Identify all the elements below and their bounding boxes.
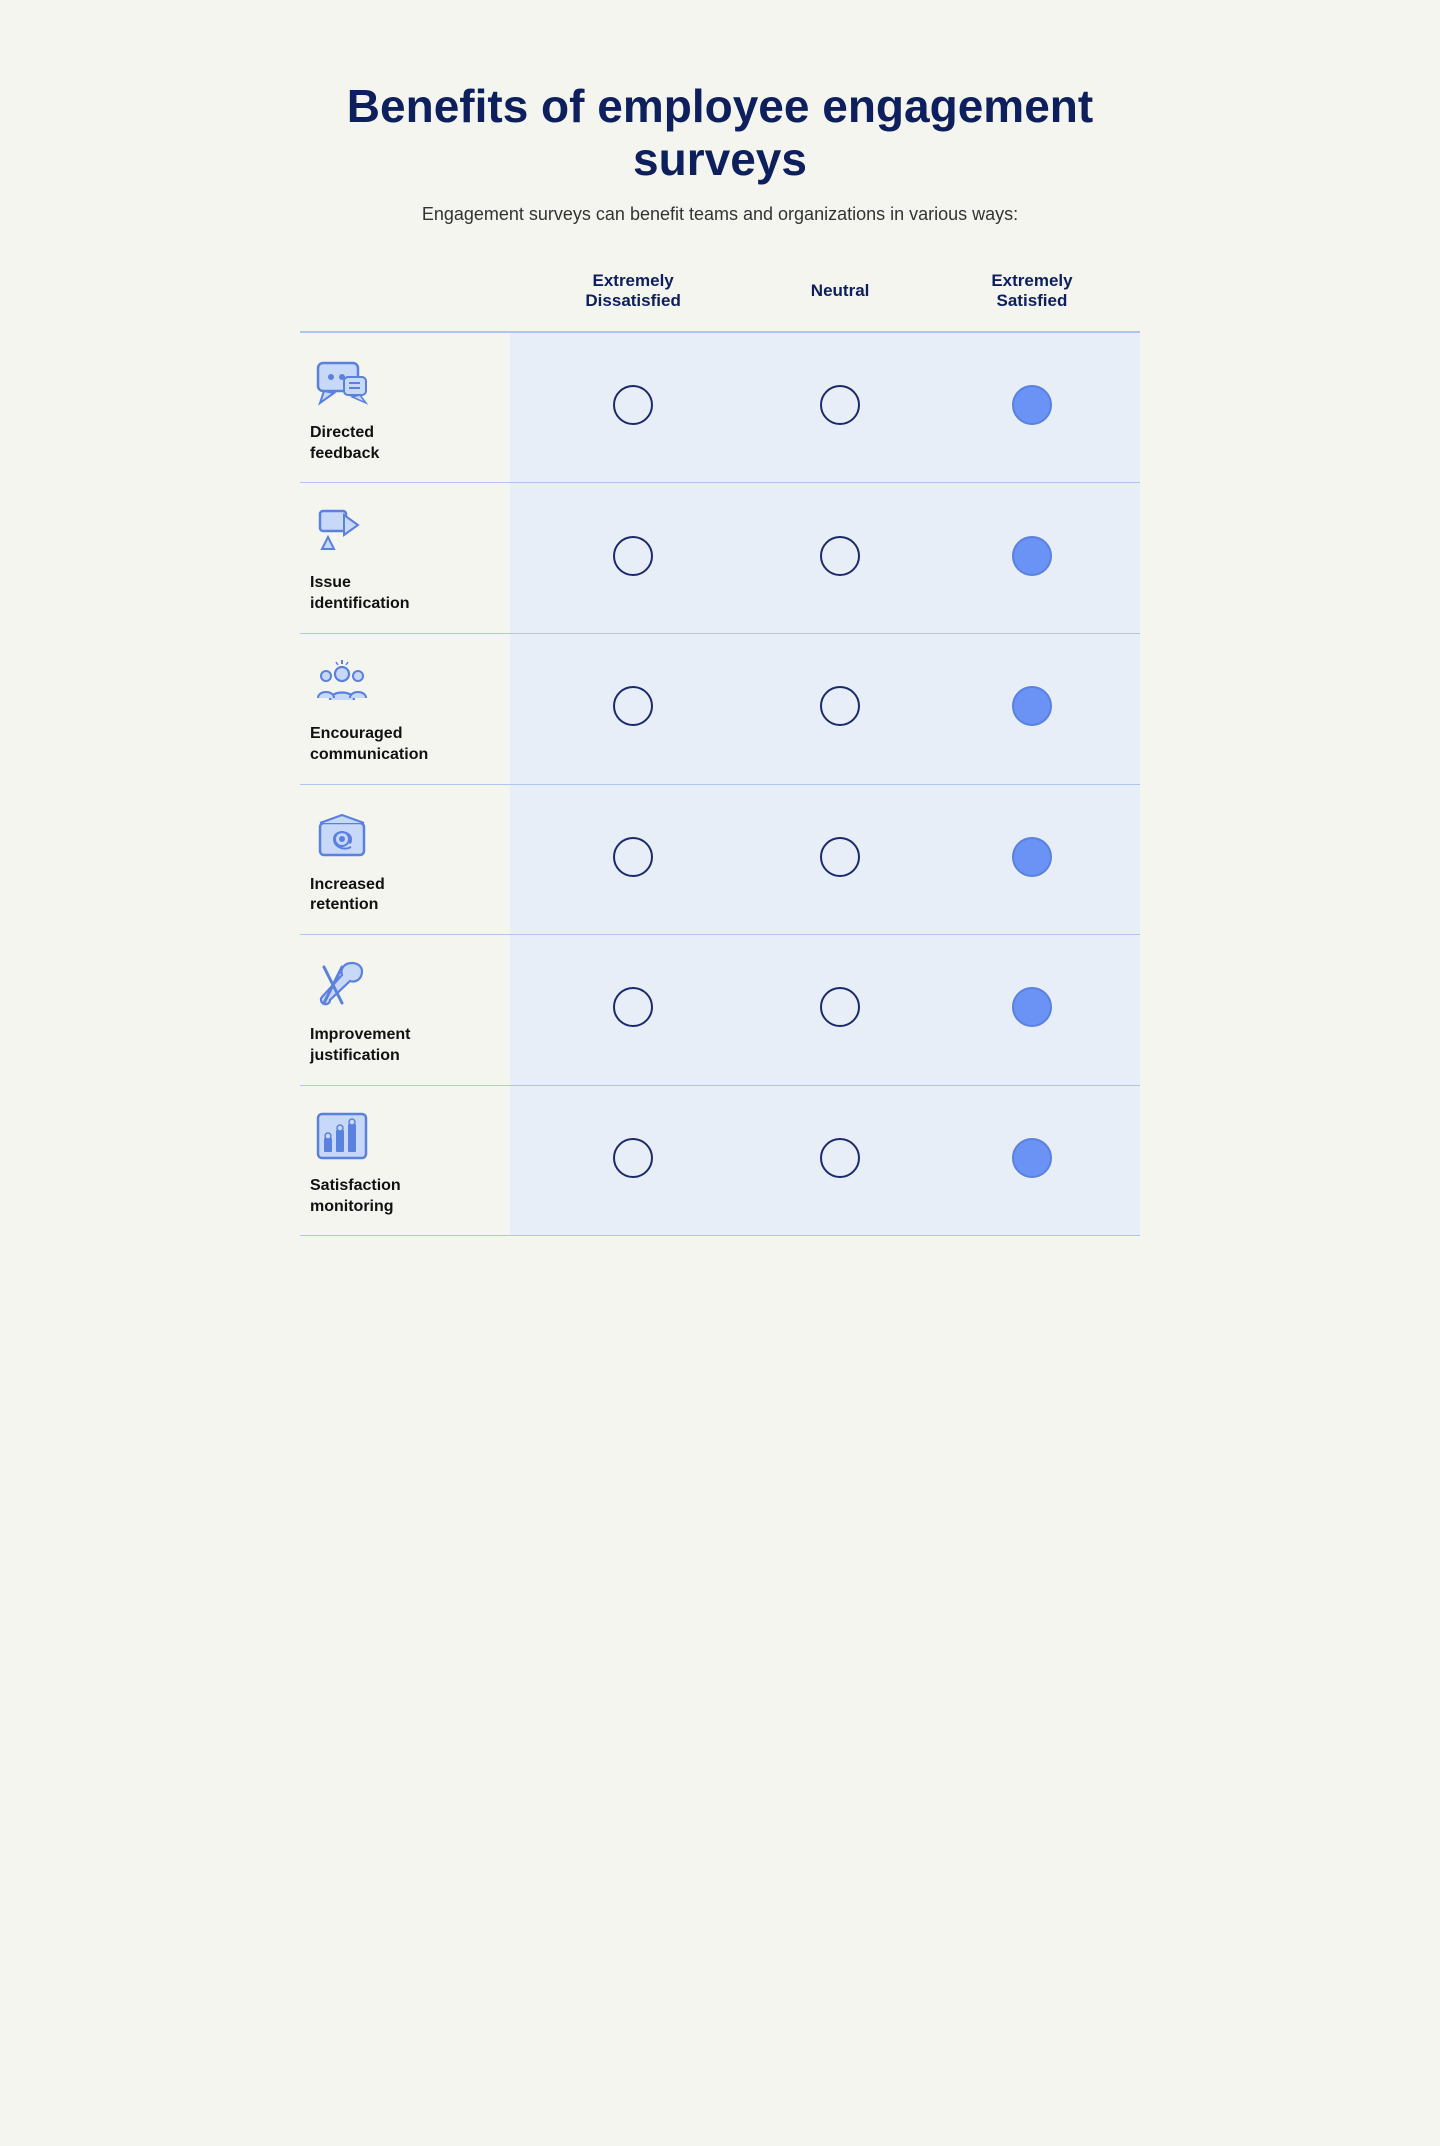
table-row: Directedfeedback — [300, 332, 1140, 483]
row-label-encouraged-communication: Encouragedcommunication — [310, 652, 500, 766]
radio-neutral[interactable] — [756, 784, 924, 935]
row-label-text: Increasedretention — [310, 875, 385, 917]
radio-dissatisfied[interactable] — [510, 332, 756, 483]
radio-satisfied[interactable] — [924, 332, 1140, 483]
chart-icon — [310, 1104, 374, 1168]
row-label-text: Issueidentification — [310, 573, 410, 615]
radio-satisfied[interactable] — [924, 935, 1140, 1086]
page-subtitle: Engagement surveys can benefit teams and… — [330, 204, 1110, 225]
table-row: Issueidentification — [300, 483, 1140, 634]
table-header-row: ExtremelyDissatisfied Neutral ExtremelyS… — [300, 255, 1140, 332]
table-row: Satisfactionmonitoring — [300, 1085, 1140, 1236]
benefits-table: ExtremelyDissatisfied Neutral ExtremelyS… — [300, 255, 1140, 1237]
col-header-satisfied: ExtremelySatisfied — [924, 255, 1140, 332]
row-label-cell: Encouragedcommunication — [300, 633, 510, 784]
row-label-cell: Increasedretention — [300, 784, 510, 935]
page-title: Benefits of employee engagement surveys — [330, 80, 1110, 186]
people-icon — [310, 652, 374, 716]
radio-satisfied[interactable] — [924, 784, 1140, 935]
row-label-increased-retention: Increasedretention — [310, 803, 500, 917]
row-label-cell: Issueidentification — [300, 483, 510, 634]
radio-dissatisfied[interactable] — [510, 784, 756, 935]
tools-icon — [310, 953, 374, 1017]
row-label-text: Directedfeedback — [310, 423, 379, 465]
radio-dissatisfied[interactable] — [510, 633, 756, 784]
row-label-issue-identification: Issueidentification — [310, 501, 500, 615]
radio-neutral[interactable] — [756, 332, 924, 483]
row-label-text: Improvementjustification — [310, 1025, 410, 1067]
radio-dissatisfied[interactable] — [510, 483, 756, 634]
radio-neutral[interactable] — [756, 1085, 924, 1236]
flag-icon — [310, 501, 374, 565]
table-row: Encouragedcommunication — [300, 633, 1140, 784]
row-label-text: Encouragedcommunication — [310, 724, 428, 766]
table-wrapper: ExtremelyDissatisfied Neutral ExtremelyS… — [270, 245, 1170, 1277]
chat-icon — [310, 351, 374, 415]
row-label-cell: Directedfeedback — [300, 332, 510, 483]
radio-neutral[interactable] — [756, 935, 924, 1086]
row-label-directed-feedback: Directedfeedback — [310, 351, 500, 465]
radio-satisfied[interactable] — [924, 1085, 1140, 1236]
table-row: Improvementjustification — [300, 935, 1140, 1086]
radio-neutral[interactable] — [756, 483, 924, 634]
row-label-cell: Improvementjustification — [300, 935, 510, 1086]
row-label-improvement-justification: Improvementjustification — [310, 953, 500, 1067]
card: Benefits of employee engagement surveys … — [270, 40, 1170, 1276]
row-label-text: Satisfactionmonitoring — [310, 1176, 401, 1218]
row-label-satisfaction-monitoring: Satisfactionmonitoring — [310, 1104, 500, 1218]
radio-satisfied[interactable] — [924, 483, 1140, 634]
col-header-dissatisfied: ExtremelyDissatisfied — [510, 255, 756, 332]
col-header-neutral: Neutral — [756, 255, 924, 332]
radio-dissatisfied[interactable] — [510, 935, 756, 1086]
col-header-label — [300, 255, 510, 332]
radio-satisfied[interactable] — [924, 633, 1140, 784]
row-label-cell: Satisfactionmonitoring — [300, 1085, 510, 1236]
radio-dissatisfied[interactable] — [510, 1085, 756, 1236]
table-row: Increasedretention — [300, 784, 1140, 935]
header-section: Benefits of employee engagement surveys … — [270, 40, 1170, 245]
radio-neutral[interactable] — [756, 633, 924, 784]
email-icon — [310, 803, 374, 867]
